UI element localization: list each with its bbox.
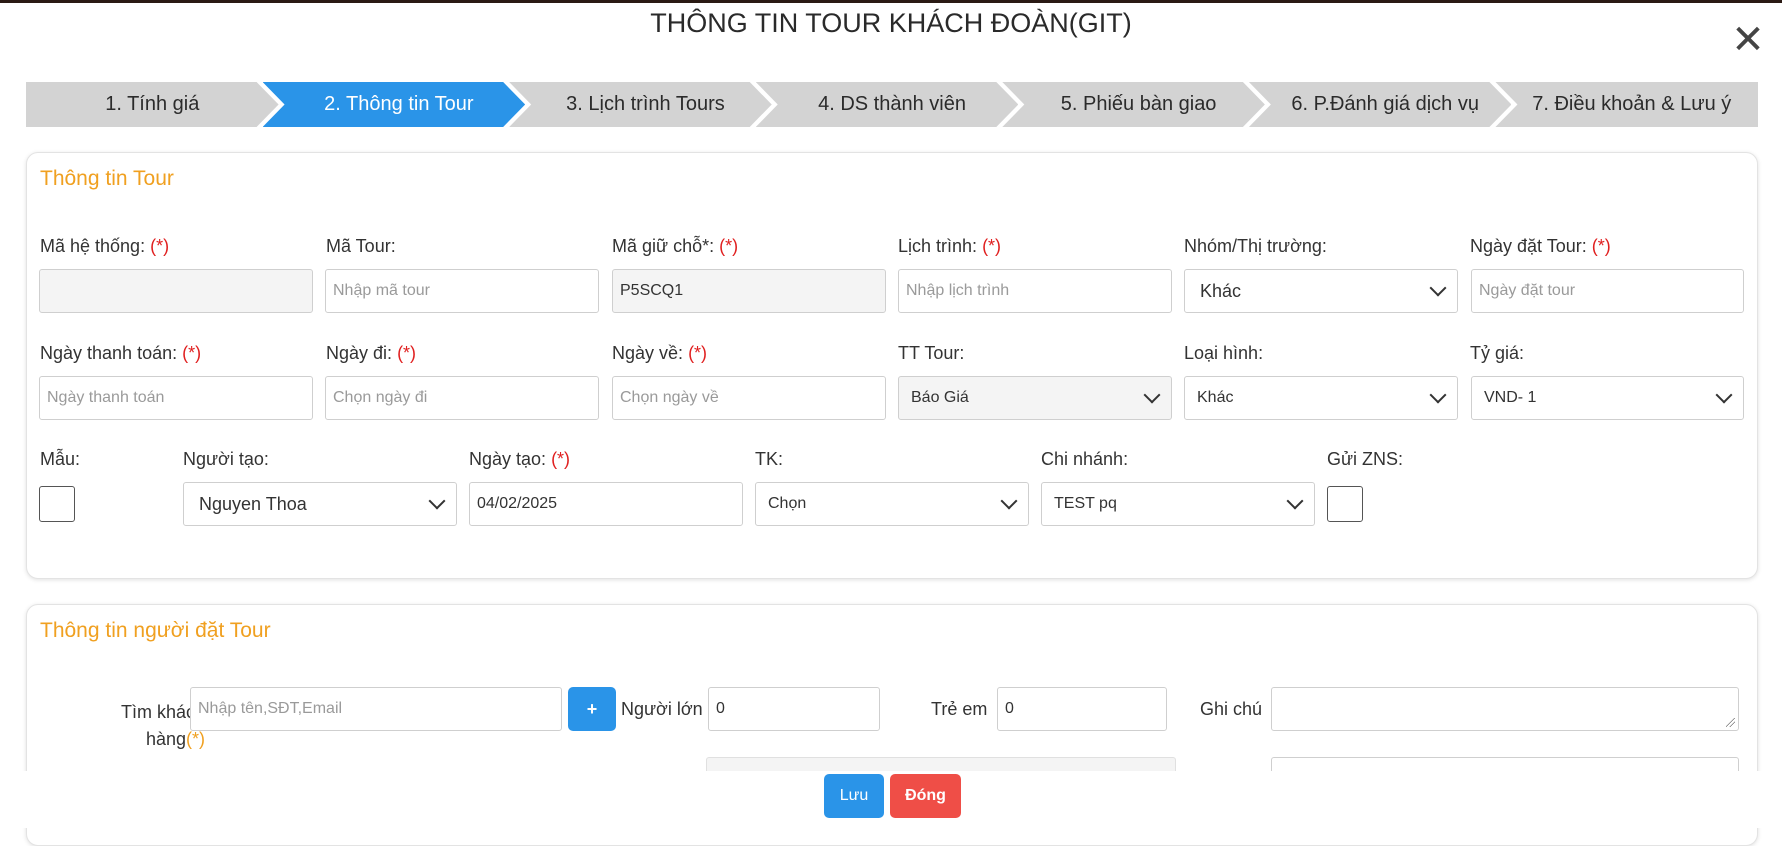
tour-info-panel: Thông tin Tour Mã hệ thống: (*) Mã Tour:… xyxy=(26,152,1758,579)
ghi-chu-textarea[interactable] xyxy=(1271,687,1739,731)
close-button[interactable]: Đóng xyxy=(890,774,961,818)
step-lich-trinh-tours[interactable]: 3. Lịch trình Tours xyxy=(509,82,772,127)
tk-value: Chọn xyxy=(768,495,807,512)
lich-trinh-label: Lịch trình: (*) xyxy=(898,236,1002,256)
nguoi-tao-label: Người tạo: xyxy=(183,449,269,469)
ngay-thanh-toan-label: Ngày thanh toán: (*) xyxy=(40,343,202,363)
chi-nhanh-label: Chi nhánh: xyxy=(1041,449,1129,469)
ngay-ve-input[interactable]: Chọn ngày về xyxy=(612,376,886,420)
loai-hinh-select[interactable]: Khác xyxy=(1184,376,1458,420)
chevron-down-icon xyxy=(1286,492,1304,510)
nguoi-tao-select[interactable]: Nguyen Thoa xyxy=(183,482,457,526)
resize-handle-icon[interactable] xyxy=(1726,718,1735,727)
ma-giu-cho-label: Mã giữ chỗ*: (*) xyxy=(612,236,739,256)
nguoi-lon-label: Người lớn xyxy=(621,699,703,719)
tre-em-input[interactable]: 0 xyxy=(997,687,1167,731)
tour-info-title: Thông tin Tour xyxy=(40,167,174,190)
tt-tour-value: Báo Giá xyxy=(911,389,969,406)
tim-khach-hang-input[interactable]: Nhập tên,SĐT,Email xyxy=(190,687,562,731)
mau-checkbox[interactable] xyxy=(39,486,75,522)
ngay-ve-label: Ngày về: (*) xyxy=(612,343,708,363)
step-ds-thanh-vien[interactable]: 4. DS thành viên xyxy=(756,82,1019,127)
chevron-down-icon xyxy=(1143,386,1161,404)
mau-label: Mẫu: xyxy=(40,449,81,469)
tt-tour-label: TT Tour: xyxy=(898,343,965,363)
booker-info-title: Thông tin người đặt Tour xyxy=(40,619,271,642)
wizard-steps: 1. Tính giá 2. Thông tin Tour 3. Lịch tr… xyxy=(26,82,1759,127)
step-phieu-ban-giao[interactable]: 5. Phiếu bàn giao xyxy=(1002,82,1265,127)
ngay-thanh-toan-input[interactable]: Ngày thanh toán xyxy=(39,376,313,420)
chevron-down-icon xyxy=(428,492,446,510)
ty-gia-label: Tỷ giá: xyxy=(1470,343,1525,363)
ngay-tao-input[interactable]: 04/02/2025 xyxy=(469,482,743,526)
ma-giu-cho-field[interactable]: P5SCQ1 xyxy=(612,269,886,313)
tk-label: TK: xyxy=(755,449,784,469)
save-button[interactable]: Lưu xyxy=(824,774,884,818)
loai-hinh-value: Khác xyxy=(1197,389,1234,406)
gui-zns-checkbox[interactable] xyxy=(1327,486,1363,522)
step-danh-gia-dich-vu[interactable]: 6. P.Đánh giá dịch vụ xyxy=(1249,82,1512,127)
chevron-down-icon xyxy=(1429,386,1447,404)
ty-gia-value: VND- 1 xyxy=(1484,389,1537,406)
modal-title: THÔNG TIN TOUR KHÁCH ĐOÀN(GIT) xyxy=(650,8,1132,38)
tre-em-label: Trẻ em xyxy=(931,699,988,719)
nguoi-lon-input[interactable]: 0 xyxy=(708,687,880,731)
ma-he-thong-label: Mã hệ thống: (*) xyxy=(40,236,170,256)
ngay-di-input[interactable]: Chọn ngày đi xyxy=(325,376,599,420)
ma-he-thong-field[interactable] xyxy=(39,269,313,313)
ngay-dat-tour-input[interactable]: Ngày đặt tour xyxy=(1471,269,1744,313)
loai-hinh-label: Loại hình: xyxy=(1184,343,1264,363)
chevron-down-icon xyxy=(1715,386,1733,404)
tim-khach-hang-label: Tìm khách hàng(*) xyxy=(120,702,205,749)
chi-nhanh-value: TEST pq xyxy=(1054,495,1117,512)
nhom-thi-truong-value: Khác xyxy=(1200,280,1242,301)
ma-tour-input[interactable]: Nhập mã tour xyxy=(325,269,599,313)
ty-gia-select[interactable]: VND- 1 xyxy=(1471,376,1744,420)
ngay-di-label: Ngày đi: (*) xyxy=(326,343,417,363)
chevron-down-icon xyxy=(1429,279,1447,297)
nguoi-tao-value: Nguyen Thoa xyxy=(199,493,307,514)
tk-select[interactable]: Chọn xyxy=(755,482,1029,526)
nhom-thi-truong-select[interactable]: Khác xyxy=(1184,269,1458,313)
ma-tour-label: Mã Tour: xyxy=(326,236,396,256)
lich-trinh-input[interactable]: Nhập lịch trình xyxy=(898,269,1172,313)
add-customer-button[interactable]: + xyxy=(568,687,616,731)
ngay-tao-label: Ngày tạo: (*) xyxy=(469,449,571,469)
nhom-thi-truong-label: Nhóm/Thị trường: xyxy=(1184,236,1327,256)
close-icon[interactable]: ✕ xyxy=(1728,20,1768,60)
chi-nhanh-select[interactable]: TEST pq xyxy=(1041,482,1315,526)
top-strip xyxy=(0,0,1782,3)
step-thong-tin-tour[interactable]: 2. Thông tin Tour xyxy=(263,82,526,127)
chevron-down-icon xyxy=(1000,492,1018,510)
step-tinh-gia[interactable]: 1. Tính giá xyxy=(26,82,279,127)
gui-zns-label: Gửi ZNS: xyxy=(1327,449,1404,469)
ngay-dat-tour-label: Ngày đặt Tour: (*) xyxy=(1470,236,1611,256)
step-dieu-khoan[interactable]: 7. Điều khoản & Lưu ý xyxy=(1495,82,1759,127)
ghi-chu-label: Ghi chú xyxy=(1200,699,1263,719)
tt-tour-select[interactable]: Báo Giá xyxy=(898,376,1172,420)
